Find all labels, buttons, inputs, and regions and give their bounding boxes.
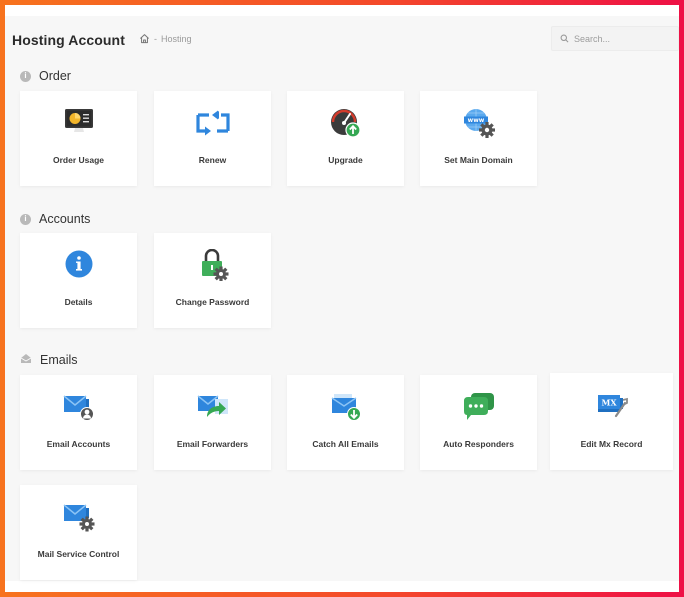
envelope-gear-icon [61, 501, 97, 533]
card-label: Order Usage [52, 155, 105, 165]
home-icon[interactable] [139, 33, 150, 44]
card-upgrade[interactable]: Upgrade [287, 91, 404, 186]
card-auto-responders[interactable]: Auto Responders [420, 375, 537, 470]
breadcrumb-current[interactable]: Hosting [161, 34, 192, 44]
mx-wrench-icon: MX [594, 389, 630, 421]
page-title: Hosting Account [12, 32, 125, 48]
card-set-main-domain[interactable]: www Set Main Domain [420, 91, 537, 186]
card-email-accounts[interactable]: Email Accounts [20, 375, 137, 470]
info-circle-icon: i [20, 70, 31, 82]
search-box[interactable] [551, 26, 679, 51]
section-header-accounts: i Accounts [20, 212, 90, 226]
globe-www-gear-icon: www [461, 107, 497, 139]
card-renew[interactable]: Renew [154, 91, 271, 186]
card-order-usage[interactable]: Order Usage [20, 91, 137, 186]
card-edit-mx-record[interactable]: MX Edit Mx Record [550, 373, 673, 470]
breadcrumb-separator: - [154, 33, 157, 44]
svg-text:www: www [467, 117, 484, 124]
card-details[interactable]: Details [20, 233, 137, 328]
open-envelope-icon [20, 353, 32, 367]
window-frame: Hosting Account - Hosting i Order [5, 5, 679, 592]
monitor-chart-icon [61, 107, 97, 139]
card-label: Set Main Domain [444, 155, 513, 165]
section-title: Emails [40, 353, 78, 367]
info-circle-icon: i [20, 213, 31, 225]
card-label: Renew [198, 155, 227, 165]
envelope-forward-icon [195, 391, 231, 423]
info-icon [61, 249, 97, 281]
card-change-password[interactable]: Change Password [154, 233, 271, 328]
card-label: Email Accounts [46, 439, 111, 449]
card-label: Catch All Emails [312, 439, 379, 449]
svg-text:MX: MX [601, 398, 617, 408]
card-mail-service-control[interactable]: Mail Service Control [20, 485, 137, 580]
chat-bubbles-icon [461, 391, 497, 423]
section-title: Order [39, 69, 71, 83]
card-label: Upgrade [328, 155, 363, 165]
card-label: Email Forwarders [176, 439, 249, 449]
section-header-emails: Emails [20, 353, 78, 367]
search-icon [560, 30, 569, 48]
card-catch-all-emails[interactable]: Catch All Emails [287, 375, 404, 470]
section-header-order: i Order [20, 69, 71, 83]
card-label: Mail Service Control [37, 549, 120, 559]
search-input[interactable] [574, 33, 674, 44]
section-title: Accounts [39, 212, 91, 226]
card-label: Auto Responders [443, 439, 514, 449]
breadcrumb: - Hosting [139, 33, 192, 44]
renew-arrows-icon [195, 107, 231, 139]
lock-gear-icon [195, 249, 231, 281]
envelope-user-icon [61, 391, 97, 423]
card-label: Details [64, 297, 93, 307]
card-label: Change Password [175, 297, 250, 307]
speedometer-upgrade-icon [328, 107, 364, 139]
card-label: Edit Mx Record [580, 439, 643, 449]
page-content: Hosting Account - Hosting i Order [5, 16, 679, 581]
envelope-download-icon [328, 391, 364, 423]
card-email-forwarders[interactable]: Email Forwarders [154, 375, 271, 470]
